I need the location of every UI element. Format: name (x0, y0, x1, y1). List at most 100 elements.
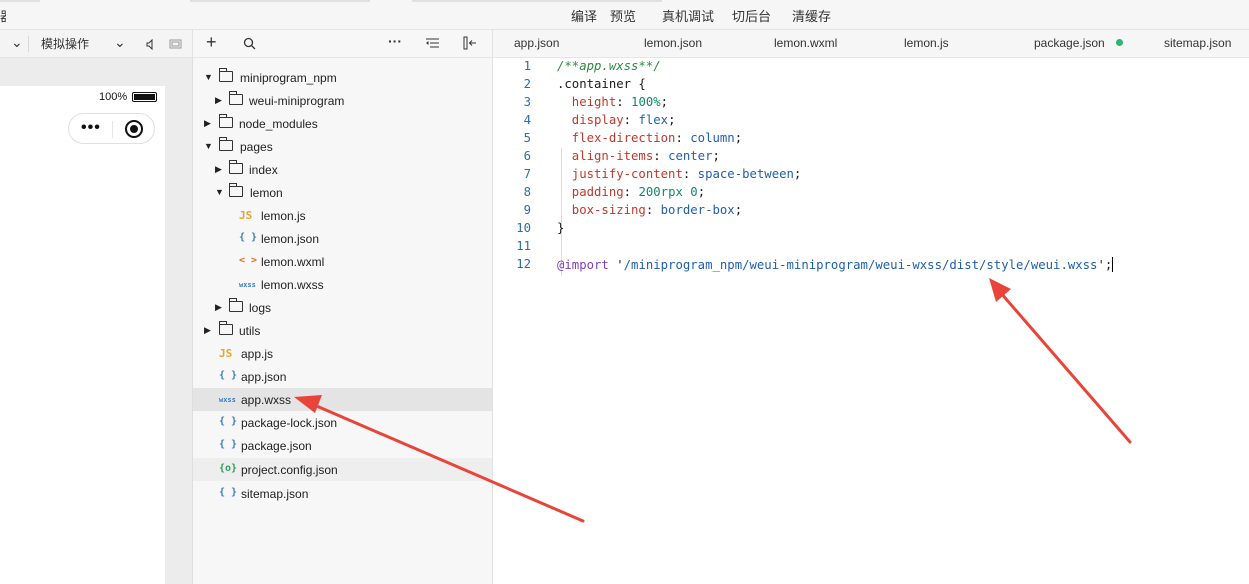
tree-file-lemon-js[interactable]: JS lemon.js (193, 204, 492, 227)
code-line[interactable]: 4 display: flex; (493, 113, 1249, 131)
code-token: ; (734, 131, 743, 145)
code-line[interactable]: 5 flex-direction: column; (493, 131, 1249, 149)
search-icon[interactable] (243, 37, 256, 53)
chevron-right-icon[interactable]: ▶ (215, 302, 222, 313)
code-content: padding: 200rpx 0; (557, 185, 705, 199)
tree-file-lemon-wxss[interactable]: wxss lemon.wxss (193, 273, 492, 296)
tab-package-json[interactable]: package.json (1034, 36, 1123, 50)
compile-button[interactable]: 编译 (571, 6, 597, 25)
code-line[interactable]: 6 align-items: center; (493, 149, 1249, 167)
tree-file-package-json[interactable]: { } package.json (193, 434, 492, 457)
add-file-icon[interactable]: + (206, 32, 217, 53)
code-content: box-sizing: border-box; (557, 203, 742, 217)
tree-file-app-json[interactable]: { } app.json (193, 365, 492, 388)
code-line[interactable]: 8 padding: 200rpx 0; (493, 185, 1249, 203)
tab-lemon-js[interactable]: lemon.js (904, 36, 949, 50)
tree-folder-utils[interactable]: ▶ utils (193, 319, 492, 342)
code-token: ' (608, 258, 624, 272)
code-line[interactable]: 9 box-sizing: border-box; (493, 203, 1249, 221)
tree-item-label: app.json (241, 370, 287, 384)
chevron-down-icon[interactable]: ▼ (215, 187, 224, 197)
volume-icon[interactable] (146, 38, 156, 53)
json-file-icon: { } (219, 416, 238, 427)
tree-file-project-config-json[interactable]: {o} project.config.json (193, 458, 492, 481)
tree-file-app-js[interactable]: JS app.js (193, 342, 492, 365)
code-content: @import '/miniprogram_npm/weui-miniprogr… (557, 257, 1114, 272)
js-file-icon: JS (239, 209, 253, 222)
chevron-right-icon[interactable]: ▶ (204, 118, 211, 129)
tree-file-package-lock-json[interactable]: { } package-lock.json (193, 411, 492, 434)
line-number: 11 (516, 239, 531, 253)
code-line[interactable]: 7 justify-content: space-between; (493, 167, 1249, 185)
folder-open-icon (219, 68, 233, 82)
tree-folder-lemon[interactable]: ▼ lemon (193, 181, 492, 204)
simulator-pane: 100% ••• (0, 58, 193, 584)
tree-item-label: lemon.js (261, 209, 306, 223)
clear-cache-button[interactable]: 清缓存 (792, 6, 831, 25)
code-token: : (653, 149, 669, 163)
wxss-file-icon: wxss (219, 396, 236, 404)
code-token: .container { (557, 77, 646, 91)
tree-item-label: weui-miniprogram (249, 94, 345, 108)
code-token: } (557, 221, 565, 235)
more-icon[interactable]: ••• (81, 119, 101, 137)
tree-folder-weui-miniprogram[interactable]: ▶ weui-miniprogram (193, 89, 492, 112)
folder-icon (229, 91, 243, 105)
tab-label: app.json (514, 36, 560, 50)
code-line[interactable]: 11 (493, 239, 1249, 257)
switch-background-button[interactable]: 切后台 (732, 6, 771, 25)
code-editor[interactable]: 1 /**app.wxss**/ 2 .container {3 height: 10… (493, 58, 1249, 584)
code-token: ; (668, 113, 676, 127)
code-line[interactable]: 1 /**app.wxss**/ (493, 59, 1249, 77)
code-content: height: 100%; (557, 95, 668, 109)
close-miniprogram-icon[interactable] (125, 120, 143, 138)
code-line[interactable]: 2 .container { (493, 77, 1249, 95)
tree-folder-index[interactable]: ▶ index (193, 158, 492, 181)
tree-file-lemon-json[interactable]: { } lemon.json (193, 227, 492, 250)
chevron-right-icon[interactable]: ▶ (204, 325, 211, 336)
json-file-icon: { } (239, 232, 258, 243)
chevron-down-icon[interactable]: ▼ (204, 141, 213, 151)
preview-button[interactable]: 预览 (610, 6, 636, 25)
collapse-all-icon[interactable] (426, 38, 439, 52)
device-dropdown-chevron-icon[interactable]: ⌄ (11, 34, 23, 51)
tree-file-app-wxss[interactable]: wxss app.wxss (193, 388, 492, 411)
tree-folder-node-modules[interactable]: ▶ node_modules (193, 112, 492, 135)
code-token: /miniprogram_npm/weui-miniprogram/weui-w… (623, 258, 1098, 272)
tree-item-label: logs (249, 301, 272, 315)
tree-item-label: utils (239, 324, 261, 338)
code-line[interactable]: 12 @import '/miniprogram_npm/weui-minipro… (493, 257, 1249, 275)
chevron-right-icon[interactable]: ▶ (215, 164, 222, 175)
code-line[interactable]: 3 height: 100%; (493, 95, 1249, 113)
phone-screen[interactable]: 100% ••• (0, 86, 165, 584)
tab-lemon-wxml[interactable]: lemon.wxml (774, 36, 837, 50)
tab-lemon-json[interactable]: lemon.json (644, 36, 702, 50)
code-token: : (645, 203, 661, 217)
toggle-sidebar-icon[interactable] (463, 36, 478, 53)
chevron-down-icon[interactable]: ⌄ (114, 34, 126, 51)
tree-file-sitemap-json[interactable]: { } sitemap.json (193, 482, 492, 505)
tree-file-lemon-wxml[interactable]: < > lemon.wxml (193, 250, 492, 273)
code-line[interactable]: 10} (493, 221, 1249, 239)
more-options-icon[interactable]: ··· (388, 33, 402, 49)
tab-label: sitemap.json (1164, 36, 1232, 50)
tab-sitemap-json[interactable]: sitemap.json (1164, 36, 1231, 50)
screen-icon[interactable] (169, 39, 182, 53)
chevron-down-icon[interactable]: ▼ (204, 72, 213, 82)
tab-label: lemon.js (904, 36, 949, 50)
tree-item-label: lemon.wxml (261, 255, 325, 269)
code-content: flex-direction: column; (557, 131, 742, 145)
tree-folder-miniprogram-npm[interactable]: ▼ miniprogram_npm (193, 66, 492, 89)
folder-icon (229, 160, 243, 174)
tab-app-json[interactable]: app.json (514, 36, 559, 50)
code-content: /**app.wxss**/ (557, 59, 661, 73)
tree-folder-pages[interactable]: ▼ pages (193, 135, 492, 158)
simulate-operation-dropdown[interactable]: 模拟操作 (41, 35, 89, 52)
code-token: center (668, 149, 713, 163)
line-number: 10 (516, 221, 531, 235)
tree-folder-logs[interactable]: ▶ logs (193, 296, 492, 319)
chevron-right-icon[interactable]: ▶ (215, 95, 222, 106)
remote-debug-button[interactable]: 真机调试 (662, 6, 714, 25)
toolbar-divider (28, 36, 29, 52)
code-token: padding (557, 185, 624, 199)
